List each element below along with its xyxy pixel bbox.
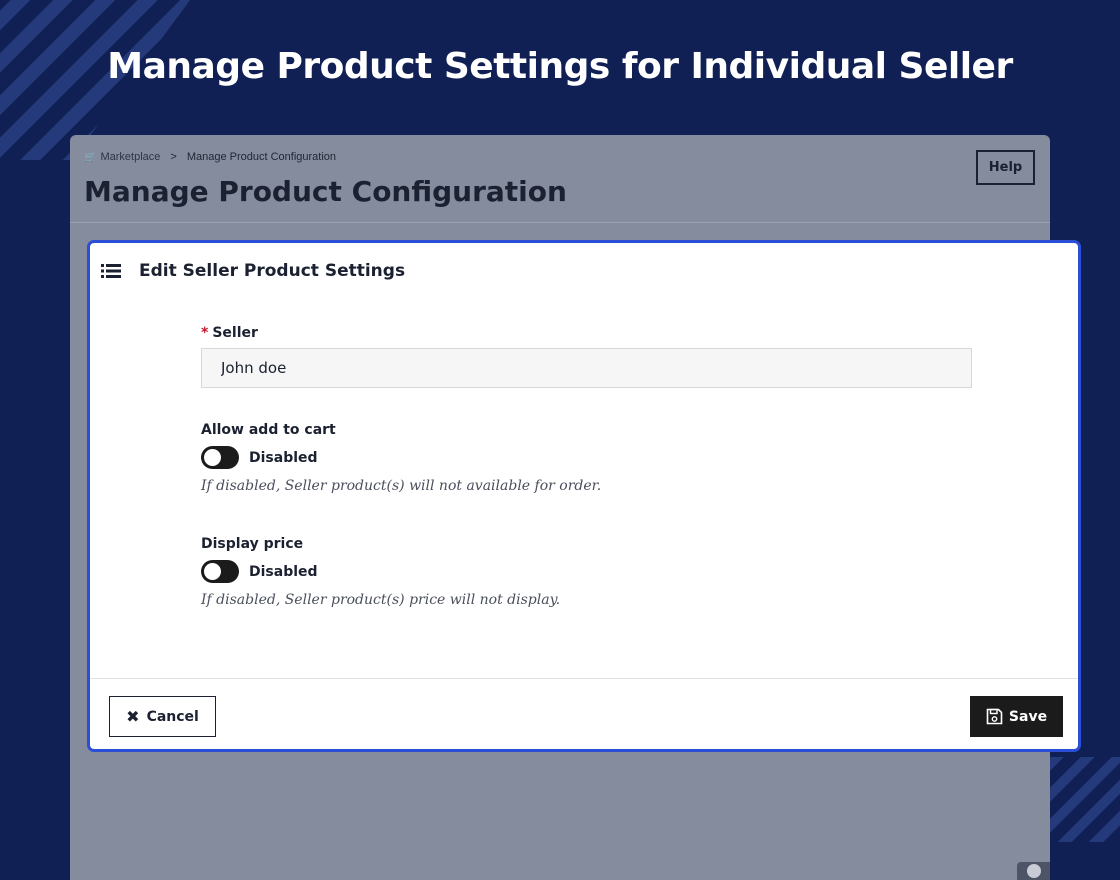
allow-add-to-cart-state: Disabled	[249, 449, 318, 466]
logo-icon	[1026, 864, 1041, 878]
breadcrumb-current: Manage Product Configuration	[186, 151, 337, 163]
seller-label: * Seller	[201, 325, 972, 341]
seller-settings-form: *Seller Allow add to cart Disabled If di…	[201, 325, 972, 608]
modal-header: Edit Seller Product Settings	[90, 243, 1078, 299]
display-price-toggle[interactable]	[201, 560, 239, 583]
list-icon	[101, 264, 121, 278]
modal-title: Edit Seller Product Settings	[139, 261, 406, 281]
display-price-help: If disabled, Seller product(s) price wil…	[201, 592, 561, 608]
breadcrumb: 🛒 Marketplace > Manage Product Configura…	[84, 151, 336, 163]
floppy-disk-icon	[986, 708, 1003, 725]
display-price-label: Display price	[201, 536, 304, 552]
save-button[interactable]: Save	[970, 696, 1063, 737]
help-button[interactable]: Help	[976, 150, 1035, 185]
allow-add-to-cart-toggle[interactable]	[201, 446, 239, 469]
allow-add-to-cart-label: Allow add to cart	[201, 422, 336, 438]
cancel-button-label: Cancel	[146, 708, 199, 725]
cart-icon: 🛒	[84, 151, 97, 163]
toggle-knob	[204, 563, 221, 580]
allow-add-to-cart-help: If disabled, Seller product(s) will not …	[201, 478, 602, 494]
page-title: Manage Product Configuration	[84, 175, 567, 208]
required-marker: *	[201, 325, 209, 341]
breadcrumb-separator: >	[170, 151, 177, 163]
decorative-stripes-bottom-right	[1040, 757, 1120, 842]
cancel-button[interactable]: ✖ Cancel	[109, 696, 216, 737]
display-price-toggle-row: Disabled	[201, 560, 972, 583]
seller-input[interactable]	[201, 348, 972, 388]
edit-seller-settings-modal: Edit Seller Product Settings *Seller All…	[87, 240, 1081, 752]
background-page-header: 🛒 Marketplace > Manage Product Configura…	[70, 135, 1050, 223]
breadcrumb-link-marketplace[interactable]: Marketplace	[100, 151, 160, 163]
corner-logo-badge	[1017, 862, 1050, 880]
save-button-label: Save	[1008, 708, 1048, 725]
allow-add-to-cart-toggle-row: Disabled	[201, 446, 972, 469]
seller-label-text: Seller	[212, 325, 258, 341]
display-price-state: Disabled	[249, 563, 318, 580]
x-icon: ✖	[126, 706, 140, 726]
hero-title: Manage Product Settings for Individual S…	[107, 46, 1013, 87]
toggle-knob	[204, 449, 221, 466]
modal-footer-divider	[90, 678, 1078, 679]
